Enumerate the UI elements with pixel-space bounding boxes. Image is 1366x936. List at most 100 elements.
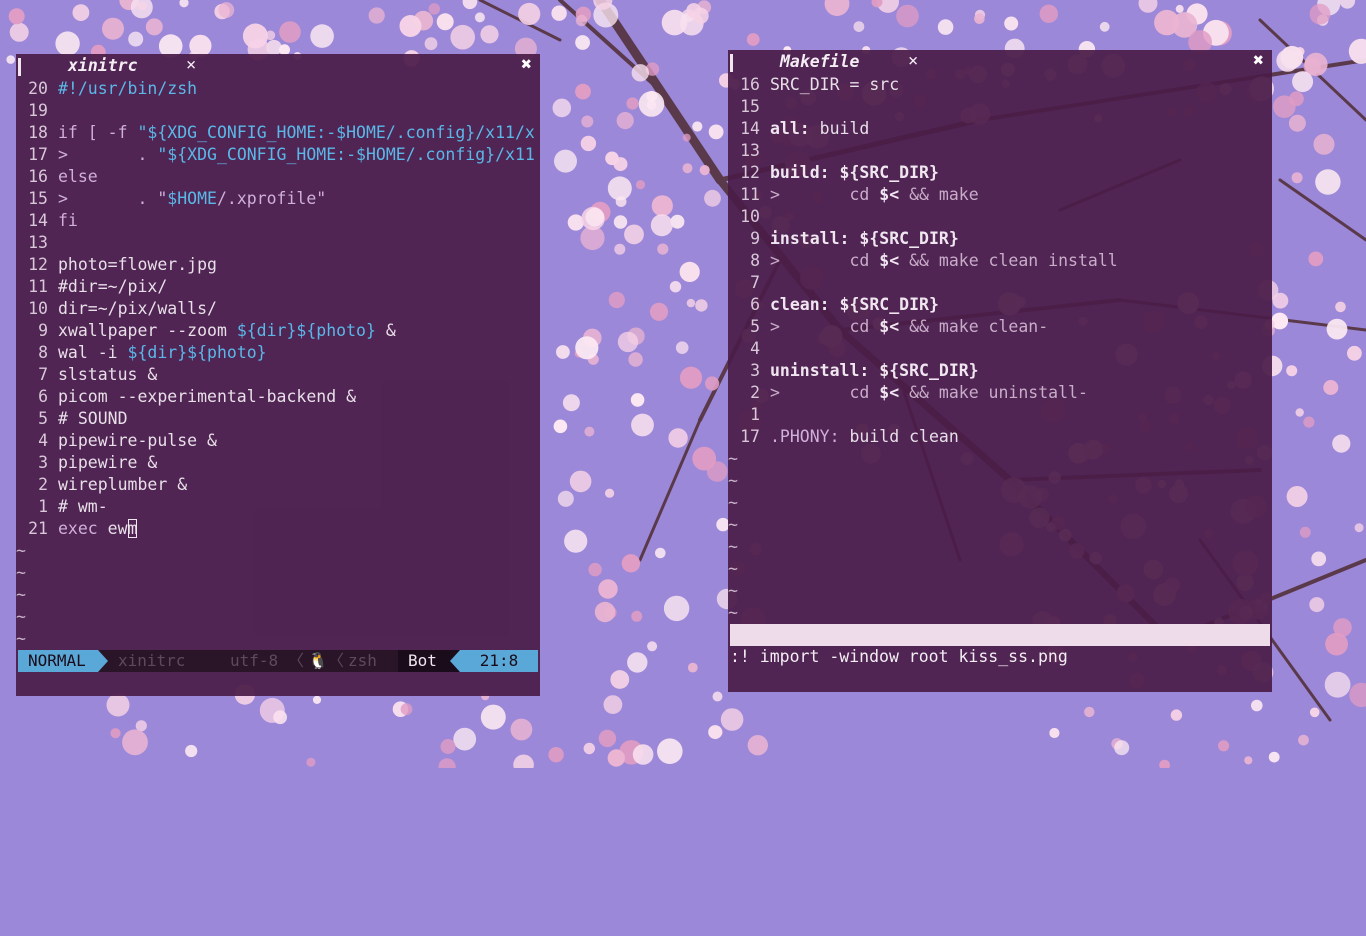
blossom [1309, 597, 1325, 613]
blossom [400, 703, 413, 716]
code-line[interactable]: 14 fi [16, 210, 540, 232]
blossom [575, 83, 591, 100]
code-line[interactable]: 11 #dir=~/pix/ [16, 276, 540, 298]
statusline-filetype: zsh [348, 651, 377, 670]
code-line[interactable]: 17 .PHONY: build clean [728, 426, 1272, 448]
line-number: 7 [38, 365, 48, 384]
code-line[interactable]: 3 pipewire & [16, 452, 540, 474]
code-line[interactable]: 5 > cd $< && make clean- [728, 316, 1272, 338]
window-close-icon[interactable]: ✖ [521, 54, 532, 75]
blossom [649, 302, 669, 321]
line-text: wal -i ${dir}${photo} [58, 342, 267, 364]
line-number: 15 [740, 97, 760, 116]
blossom [1309, 707, 1320, 718]
line-text: fi [58, 210, 78, 232]
blossom [440, 739, 456, 754]
code-line[interactable]: 8 > cd $< && make clean install [728, 250, 1272, 272]
blossom [853, 21, 865, 32]
blossom [647, 641, 658, 652]
blossom [631, 610, 643, 622]
code-line[interactable]: 15 > . "$HOME/.xprofile" [16, 188, 540, 210]
code-line[interactable]: 16 else [16, 166, 540, 188]
code-token: && make clean install [899, 251, 1118, 270]
tab-title[interactable]: xinitrc [68, 56, 138, 75]
code-line[interactable]: 6 clean: ${SRC_DIR} [728, 294, 1272, 316]
code-token: dir=~/pix/walls/ [58, 299, 217, 318]
line-text: #!/usr/bin/zsh [58, 78, 197, 100]
code-line[interactable]: 13 [728, 140, 1272, 162]
tab-close-icon[interactable]: × [908, 51, 918, 71]
code-line[interactable]: 4 [728, 338, 1272, 360]
line-text: exec ewm [58, 518, 138, 540]
line-number: 6 [38, 387, 48, 406]
code-line[interactable]: 14 all: build [728, 118, 1272, 140]
blossom [562, 394, 580, 412]
code-line[interactable]: 1 [728, 404, 1272, 426]
code-line[interactable]: 2 wireplumber & [16, 474, 540, 496]
code-line[interactable]: 19 [16, 100, 540, 122]
code-line[interactable]: 7 slstatus & [16, 364, 540, 386]
blossom [1325, 632, 1348, 656]
code-line[interactable]: 21 exec ewm [16, 518, 540, 540]
code-token: # wm- [58, 497, 108, 516]
code-line[interactable]: 5 # SOUND [16, 408, 540, 430]
blossom [896, 4, 919, 28]
line-number: 13 [740, 141, 760, 160]
code-line[interactable]: 3 uninstall: ${SRC_DIR} [728, 360, 1272, 382]
blossom [695, 299, 708, 312]
statusline-filename: xinitrc [118, 651, 186, 670]
code-line[interactable]: 20 #!/usr/bin/zsh [16, 78, 540, 100]
window-close-icon[interactable]: ✖ [1253, 50, 1264, 71]
tab-close-icon[interactable]: × [186, 55, 196, 75]
editor-window-xinitrc[interactable]: xinitrc × ✖ 20 #!/usr/bin/zsh 19 18 if [ -f … [16, 54, 540, 696]
blossom [575, 14, 588, 27]
blossom [668, 428, 688, 448]
command-line[interactable]: :! import -window root kiss_ss.png [730, 646, 1068, 668]
blossom [594, 601, 616, 623]
line-text: uninstall: ${SRC_DIR} [770, 360, 979, 382]
editor-window-makefile[interactable]: Makefile × ✖ 16 SRC_DIR = src 15 14 all: bui… [728, 50, 1272, 692]
blossom [453, 727, 477, 751]
tab-title[interactable]: Makefile [780, 52, 859, 71]
blossom [8, 8, 25, 25]
blossom [1273, 95, 1296, 118]
code-line[interactable]: 10 [728, 206, 1272, 228]
code-line[interactable]: 16 SRC_DIR = src [728, 74, 1272, 96]
code-line[interactable]: 9 install: ${SRC_DIR} [728, 228, 1272, 250]
code-line[interactable]: 11 > cd $< && make [728, 184, 1272, 206]
code-line[interactable]: 12 build: ${SRC_DIR} [728, 162, 1272, 184]
blossom [692, 7, 709, 24]
line-number: 16 [740, 75, 760, 94]
blossom [6, 55, 15, 64]
code-token: xwallpaper --zoom [58, 321, 237, 340]
blossom [1049, 727, 1060, 739]
code-line[interactable]: 13 [16, 232, 540, 254]
code-token: clean: [770, 295, 830, 314]
code-line[interactable]: 18 if [ -f "${XDG_CONFIG_HOME:-$HOME/.con… [16, 122, 540, 144]
code-line[interactable]: 9 xwallpaper --zoom ${dir}${photo} & [16, 320, 540, 342]
blossom [480, 25, 499, 44]
code-line[interactable]: 12 photo=flower.jpg [16, 254, 540, 276]
text-buffer[interactable]: 16 SRC_DIR = src 15 14 all: build 13 12 build: … [728, 74, 1272, 624]
blossom [1084, 706, 1095, 718]
blossom [679, 366, 703, 389]
code-line[interactable]: 4 pipewire-pulse & [16, 430, 540, 452]
code-token: fi [58, 211, 78, 230]
code-line[interactable]: 7 [728, 272, 1272, 294]
code-line[interactable]: 1 # wm- [16, 496, 540, 518]
code-token: else [58, 167, 98, 186]
code-line[interactable]: 15 [728, 96, 1272, 118]
code-line[interactable]: 10 dir=~/pix/walls/ [16, 298, 540, 320]
blossom [1288, 114, 1306, 132]
empty-buffer-line: ~ [16, 563, 26, 582]
blossom [638, 91, 665, 117]
code-line[interactable]: 8 wal -i ${dir}${photo} [16, 342, 540, 364]
text-buffer[interactable]: 20 #!/usr/bin/zsh 19 18 if [ -f "${XDG_CONFI… [16, 78, 540, 650]
code-line[interactable]: 17 > . "${XDG_CONFIG_HOME:-$HOME/.config}… [16, 144, 540, 166]
code-token: if [ -f [58, 123, 138, 142]
code-line[interactable]: 2 > cd $< && make uninstall- [728, 382, 1272, 404]
code-line[interactable]: 6 picom --experimental-backend & [16, 386, 540, 408]
line-number: 17 [28, 145, 48, 164]
blossom [128, 31, 144, 47]
code-token: build [809, 119, 870, 138]
